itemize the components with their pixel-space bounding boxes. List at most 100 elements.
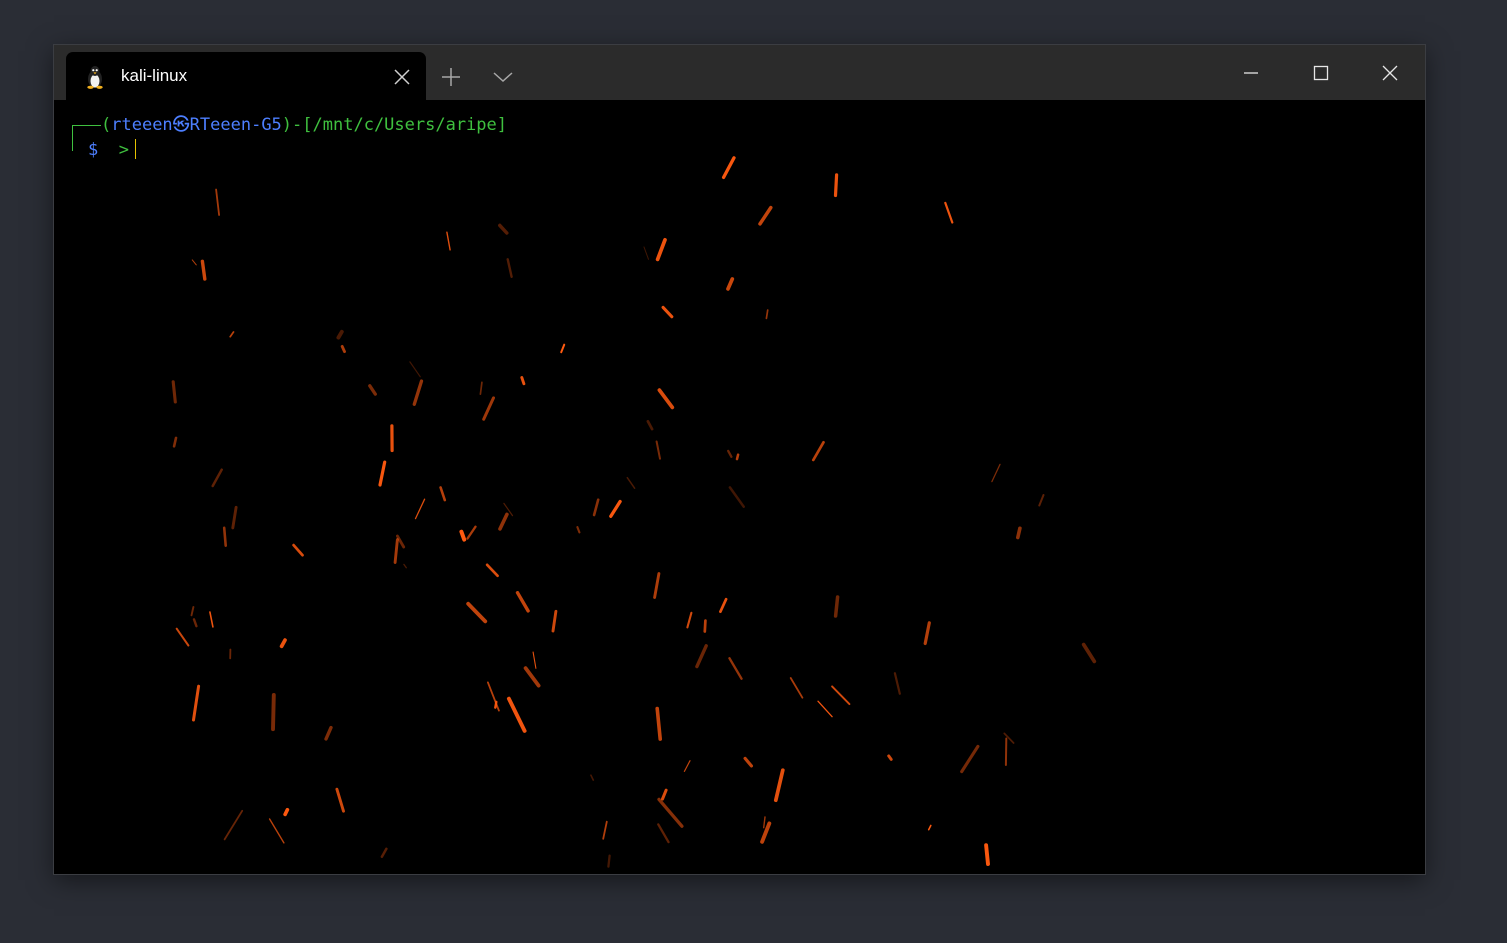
ember-spark bbox=[703, 619, 707, 633]
ember-spark bbox=[893, 672, 901, 695]
title-bar[interactable]: kali-linux bbox=[54, 45, 1425, 100]
ember-spark bbox=[719, 597, 728, 614]
ember-spark bbox=[773, 768, 785, 803]
ember-spark bbox=[984, 843, 990, 866]
ember-spark bbox=[479, 381, 483, 396]
prompt-host: RTeeen-G5 bbox=[189, 115, 282, 135]
ember-spark bbox=[657, 823, 670, 844]
ember-spark bbox=[485, 563, 499, 578]
ember-spark bbox=[643, 246, 649, 260]
ember-spark bbox=[789, 677, 804, 699]
tab-kali-linux[interactable]: kali-linux bbox=[66, 52, 426, 100]
ember-spark bbox=[602, 820, 608, 840]
ember-spark bbox=[271, 692, 276, 732]
ember-spark bbox=[231, 505, 238, 530]
ember-spark bbox=[409, 361, 421, 378]
ember-spark bbox=[335, 787, 345, 813]
prompt-open-paren: ( bbox=[101, 115, 112, 135]
ember-spark bbox=[646, 419, 654, 431]
ember-spark bbox=[498, 223, 509, 235]
ember-spark bbox=[655, 237, 667, 262]
ember-spark bbox=[944, 201, 954, 224]
ember-spark bbox=[279, 638, 287, 649]
prompt-arrow: > bbox=[118, 140, 129, 160]
ember-spark bbox=[657, 388, 675, 410]
ember-spark bbox=[412, 379, 424, 406]
ember-spark bbox=[482, 396, 495, 421]
maximize-button[interactable] bbox=[1297, 57, 1345, 89]
ember-spark bbox=[686, 611, 693, 629]
ember-spark bbox=[222, 526, 227, 548]
prompt-line-1: (rteeen㉿RTeeen-G5)-[/mnt/c/Users/aripe] bbox=[101, 114, 507, 136]
ember-spark bbox=[403, 563, 407, 569]
ember-spark bbox=[833, 173, 839, 198]
ember-spark bbox=[817, 700, 833, 718]
ember-spark bbox=[576, 526, 581, 534]
text-cursor bbox=[134, 139, 136, 159]
ember-spark bbox=[927, 824, 932, 831]
ember-spark bbox=[661, 788, 668, 801]
ember-spark bbox=[380, 847, 388, 859]
close-icon bbox=[1382, 65, 1398, 81]
ember-spark bbox=[515, 591, 530, 613]
ember-spark bbox=[626, 476, 636, 489]
ember-spark bbox=[466, 525, 477, 540]
ember-spark bbox=[446, 231, 451, 251]
ember-spark bbox=[506, 258, 513, 279]
ember-spark bbox=[655, 440, 661, 460]
ember-spark bbox=[414, 498, 426, 520]
close-tab-icon[interactable] bbox=[392, 67, 412, 87]
close-window-button[interactable] bbox=[1366, 57, 1414, 89]
ember-spark bbox=[523, 666, 541, 688]
ember-spark bbox=[393, 538, 399, 564]
ember-spark bbox=[486, 681, 500, 712]
ember-spark bbox=[368, 384, 377, 396]
ember-spark bbox=[763, 816, 766, 829]
ember-spark bbox=[520, 376, 526, 386]
ember-spark bbox=[200, 259, 207, 281]
ember-spark bbox=[171, 380, 177, 404]
minimize-button[interactable] bbox=[1227, 57, 1275, 89]
ember-spark bbox=[661, 305, 674, 319]
ember-spark bbox=[498, 512, 509, 531]
ember-spark bbox=[590, 774, 595, 781]
ember-spark bbox=[695, 644, 708, 669]
ember-spark bbox=[560, 343, 566, 354]
ember-spark bbox=[209, 611, 214, 628]
ember-spark bbox=[459, 529, 467, 542]
ember-spark bbox=[192, 684, 201, 722]
ember-spark bbox=[833, 595, 840, 618]
new-tab-plus-icon[interactable] bbox=[439, 65, 463, 89]
ember-spark bbox=[765, 309, 769, 320]
chevron-down-icon[interactable] bbox=[491, 67, 515, 87]
ember-spark bbox=[721, 156, 736, 180]
maximize-icon bbox=[1313, 65, 1329, 81]
ember-spark bbox=[811, 440, 825, 462]
ember-spark bbox=[340, 344, 346, 354]
prompt-at-symbol: ㉿ bbox=[172, 115, 190, 135]
prompt-dash: - bbox=[292, 115, 303, 135]
ember-spark bbox=[551, 609, 558, 633]
ember-spark bbox=[192, 618, 198, 628]
ember-spark bbox=[324, 725, 333, 741]
ember-spark bbox=[609, 499, 622, 518]
prompt-user: rteeen bbox=[111, 115, 173, 135]
ember-spark bbox=[336, 329, 344, 340]
ember-spark bbox=[1038, 494, 1045, 507]
ember-spark bbox=[728, 657, 743, 680]
ember-spark bbox=[439, 486, 447, 502]
ember-spark bbox=[191, 259, 197, 266]
prompt-path: [/mnt/c/Users/aripe] bbox=[302, 115, 507, 135]
ember-spark bbox=[532, 651, 537, 669]
ember-spark bbox=[758, 205, 773, 226]
prompt-close-paren: ) bbox=[281, 115, 293, 135]
ember-spark bbox=[292, 543, 304, 557]
ember-spark bbox=[655, 706, 663, 741]
ember-spark bbox=[760, 821, 772, 844]
ember-spark bbox=[726, 277, 735, 291]
ember-spark bbox=[960, 744, 980, 774]
terminal-area[interactable]: (rteeen㉿RTeeen-G5)-[/mnt/c/Users/aripe] … bbox=[54, 100, 1425, 874]
ember-spark bbox=[175, 627, 190, 647]
ember-spark bbox=[653, 572, 661, 599]
ember-spark bbox=[728, 486, 745, 508]
